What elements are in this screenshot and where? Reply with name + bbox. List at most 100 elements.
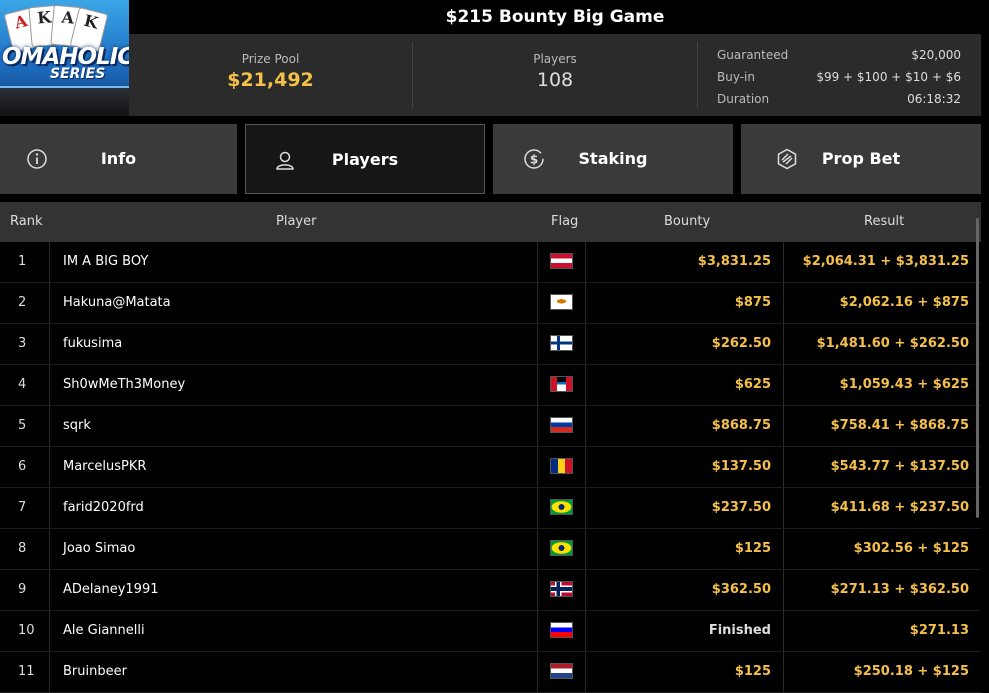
- bounty-cell: $237.50: [586, 488, 784, 528]
- prize-pool-value: $21,492: [227, 69, 314, 91]
- flag-austria-icon: [550, 253, 573, 269]
- duration-label: Duration: [717, 92, 770, 106]
- rank-cell: 11: [0, 652, 50, 692]
- duration-row: Duration 06:18:32: [717, 88, 961, 110]
- players-label: Players: [533, 52, 577, 66]
- bounty-cell: $868.75: [586, 406, 784, 446]
- buy-in-label: Buy-in: [717, 70, 755, 84]
- player-cell[interactable]: fukusima: [50, 324, 538, 364]
- table-row[interactable]: 8 Joao Simao $125 $302.56 + $125: [0, 529, 981, 570]
- result-cell: $2,064.31 + $3,831.25: [802, 254, 969, 269]
- flag-finland-icon: [550, 335, 573, 351]
- bounty-cell: $137.50: [586, 447, 784, 487]
- bounty-cell: $3,831.25: [586, 242, 784, 282]
- bounty-cell: $262.50: [586, 324, 784, 364]
- bounty-status-cell: Finished: [586, 611, 784, 651]
- table-body: 1 IM A BIG BOY $3,831.25 $2,064.31 + $3,…: [0, 242, 981, 693]
- flag-cell: [538, 365, 586, 405]
- flag-cell: [538, 652, 586, 692]
- tab-prop-bet-label: Prop Bet: [821, 149, 901, 168]
- table-row[interactable]: 2 Hakuna@Matata $875 $2,062.16 + $875: [0, 283, 981, 324]
- column-flag[interactable]: Flag: [551, 202, 578, 242]
- column-player[interactable]: Player: [276, 202, 316, 242]
- table-row[interactable]: 11 Bruinbeer $125 $250.18 + $125: [0, 652, 981, 693]
- flag-cyprus-icon: [550, 294, 573, 310]
- player-cell[interactable]: Hakuna@Matata: [50, 283, 538, 323]
- divider: [697, 42, 698, 108]
- player-cell[interactable]: MarcelusPKR: [50, 447, 538, 487]
- rank-cell: 1: [0, 242, 50, 282]
- bounty-cell: $625: [586, 365, 784, 405]
- table-row[interactable]: 1 IM A BIG BOY $3,831.25 $2,064.31 + $3,…: [0, 242, 981, 283]
- flag-netherlands-icon: [550, 663, 573, 679]
- bounty-cell: $362.50: [586, 570, 784, 610]
- flag-romania-icon: [550, 458, 573, 474]
- tab-prop-bet[interactable]: Prop Bet: [741, 124, 981, 194]
- rank-cell: 8: [0, 529, 50, 569]
- flag-cell: [538, 324, 586, 364]
- tab-staking-label: Staking: [578, 149, 648, 168]
- duration-value: 06:18:32: [907, 92, 961, 106]
- flag-cell: [538, 529, 586, 569]
- flag-antigua-icon: [550, 376, 573, 392]
- prize-pool-stat: Prize Pool $21,492: [129, 34, 412, 116]
- player-cell[interactable]: IM A BIG BOY: [50, 242, 538, 282]
- table-row[interactable]: 10 Ale Giannelli Finished $271.13: [0, 611, 981, 652]
- flag-cell: [538, 488, 586, 528]
- prize-pool-label: Prize Pool: [241, 52, 300, 66]
- player-cell[interactable]: farid2020frd: [50, 488, 538, 528]
- tournament-header: A K A K OMAHOLIC SERIES $215 Bounty Big …: [0, 0, 981, 116]
- player-cell[interactable]: Sh0wMeTh3Money: [50, 365, 538, 405]
- player-cell[interactable]: ADelaney1991: [50, 570, 538, 610]
- result-cell: $1,481.60 + $262.50: [816, 336, 969, 351]
- tab-players[interactable]: Players: [245, 124, 485, 194]
- tournament-title: $215 Bounty Big Game: [129, 0, 981, 34]
- column-rank[interactable]: Rank: [10, 202, 42, 242]
- result-cell: $758.41 + $868.75: [830, 418, 969, 433]
- player-cell[interactable]: Joao Simao: [50, 529, 538, 569]
- table-scrollbar[interactable]: [976, 218, 979, 518]
- result-cell: $543.77 + $137.50: [830, 459, 969, 474]
- logo-series: SERIES: [50, 66, 106, 82]
- players-table: Rank Player Flag Bounty Result 1 IM A BI…: [0, 202, 981, 693]
- table-row[interactable]: 9 ADelaney1991 $362.50 $271.13 + $362.50: [0, 570, 981, 611]
- tab-info[interactable]: Info: [0, 124, 237, 194]
- tournament-tabs: Info Players $ Staking Prop Bet: [0, 124, 981, 194]
- flag-cell: [538, 570, 586, 610]
- flag-slovenia-icon: [550, 622, 573, 638]
- tab-players-label: Players: [331, 150, 399, 169]
- bounty-cell: $125: [586, 652, 784, 692]
- column-result[interactable]: Result: [864, 202, 904, 242]
- flag-russia-icon: [550, 417, 573, 433]
- tournament-details: Guaranteed $20,000 Buy-in $99 + $100 + $…: [717, 44, 961, 110]
- players-count: 108: [536, 69, 574, 91]
- result-cell: $271.13: [909, 623, 969, 638]
- column-bounty[interactable]: Bounty: [664, 202, 710, 242]
- result-cell: $411.68 + $237.50: [830, 500, 969, 515]
- player-cell[interactable]: Bruinbeer: [50, 652, 538, 692]
- table-row[interactable]: 3 fukusima $262.50 $1,481.60 + $262.50: [0, 324, 981, 365]
- result-cell: $302.56 + $125: [853, 541, 969, 556]
- player-cell[interactable]: sqrk: [50, 406, 538, 446]
- result-cell: $271.13 + $362.50: [830, 582, 969, 597]
- guaranteed-label: Guaranteed: [717, 48, 789, 62]
- bounty-cell: $125: [586, 529, 784, 569]
- tab-staking[interactable]: $ Staking: [493, 124, 733, 194]
- players-stat: Players 108: [413, 34, 697, 116]
- rank-cell: 6: [0, 447, 50, 487]
- omaholic-series-logo: A K A K OMAHOLIC SERIES: [0, 0, 129, 116]
- player-cell[interactable]: Ale Giannelli: [50, 611, 538, 651]
- table-row[interactable]: 4 Sh0wMeTh3Money $625 $1,059.43 + $625: [0, 365, 981, 406]
- table-row[interactable]: 5 sqrk $868.75 $758.41 + $868.75: [0, 406, 981, 447]
- result-cell: $1,059.43 + $625: [839, 377, 969, 392]
- guaranteed-row: Guaranteed $20,000: [717, 44, 961, 66]
- table-row[interactable]: 7 farid2020frd $237.50 $411.68 + $237.50: [0, 488, 981, 529]
- guaranteed-value: $20,000: [911, 48, 961, 62]
- rank-cell: 5: [0, 406, 50, 446]
- flag-cell: [538, 611, 586, 651]
- table-row[interactable]: 6 MarcelusPKR $137.50 $543.77 + $137.50: [0, 447, 981, 488]
- flag-cell: [538, 283, 586, 323]
- rank-cell: 7: [0, 488, 50, 528]
- flag-brazil-icon: [550, 499, 573, 515]
- rank-cell: 3: [0, 324, 50, 364]
